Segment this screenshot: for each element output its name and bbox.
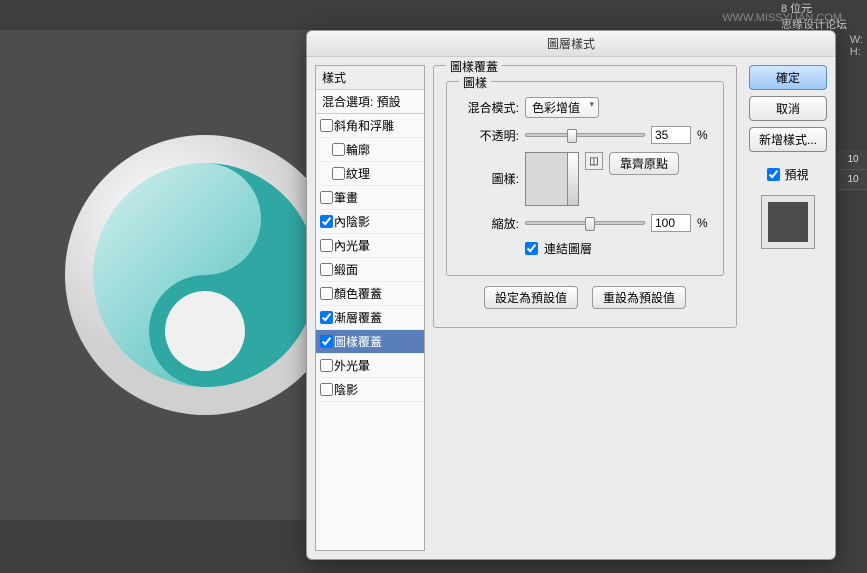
style-item-9[interactable]: 圖樣覆蓋 [316, 330, 424, 354]
scale-unit: % [697, 216, 708, 230]
wh-labels: W: H: [846, 30, 867, 62]
dialog-buttons: 確定 取消 新增樣式... 預視 [745, 57, 835, 559]
opacity-unit: % [697, 128, 708, 142]
style-checkbox[interactable] [320, 263, 333, 276]
style-checkbox[interactable] [320, 119, 333, 132]
preview-swatch [761, 195, 815, 249]
style-label: 內陰影 [334, 213, 370, 230]
pattern-swatch[interactable] [525, 152, 579, 206]
style-label: 漸層覆蓋 [334, 309, 382, 326]
layer-style-dialog: 圖層樣式 樣式 混合選項: 預設 斜角和浮雕輪廓紋理筆畫內陰影內光暈緞面顏色覆蓋… [306, 30, 836, 560]
style-label: 筆畫 [334, 189, 358, 206]
style-label: 圖樣覆蓋 [334, 333, 382, 350]
style-checkbox[interactable] [320, 359, 333, 372]
blend-mode-select[interactable]: 色彩增值 [525, 97, 599, 118]
dialog-title: 圖層樣式 [307, 31, 835, 57]
subgroup-title: 圖樣 [459, 74, 491, 91]
set-default-button[interactable]: 設定為預設值 [484, 286, 578, 309]
style-item-10[interactable]: 外光暈 [316, 354, 424, 378]
styles-list-panel: 樣式 混合選項: 預設 斜角和浮雕輪廓紋理筆畫內陰影內光暈緞面顏色覆蓋漸層覆蓋圖… [315, 65, 425, 551]
style-item-2[interactable]: 紋理 [316, 162, 424, 186]
style-checkbox[interactable] [320, 239, 333, 252]
cancel-button[interactable]: 取消 [749, 96, 827, 121]
blending-options[interactable]: 混合選項: 預設 [316, 90, 424, 114]
style-item-1[interactable]: 輪廓 [316, 138, 424, 162]
blend-mode-label: 混合模式: [459, 99, 519, 116]
opacity-input[interactable] [651, 126, 691, 144]
style-checkbox[interactable] [320, 383, 333, 396]
style-checkbox[interactable] [320, 311, 333, 324]
preview-checkbox[interactable] [767, 168, 780, 181]
styles-header[interactable]: 樣式 [316, 66, 424, 90]
ok-button[interactable]: 確定 [749, 65, 827, 90]
opacity-slider[interactable] [525, 133, 645, 137]
scale-input[interactable] [651, 214, 691, 232]
link-layer-label: 連結圖層 [544, 240, 592, 257]
group-title: 圖樣覆蓋 [446, 58, 502, 75]
style-item-0[interactable]: 斜角和浮雕 [316, 114, 424, 138]
style-item-7[interactable]: 顏色覆蓋 [316, 282, 424, 306]
pattern-label: 圖樣: [459, 152, 519, 187]
style-checkbox[interactable] [320, 335, 333, 348]
snap-origin-button[interactable]: 靠齊原點 [609, 152, 679, 175]
style-checkbox[interactable] [320, 215, 333, 228]
preview-label: 預視 [784, 166, 808, 183]
style-label: 輪廓 [346, 141, 370, 158]
style-label: 斜角和浮雕 [334, 117, 394, 134]
style-checkbox[interactable] [332, 167, 345, 180]
pattern-subgroup: 圖樣 混合模式: 色彩增值 不透明: % [446, 81, 724, 276]
scale-slider[interactable] [525, 221, 645, 225]
style-item-3[interactable]: 筆畫 [316, 186, 424, 210]
style-label: 陰影 [334, 381, 358, 398]
link-layer-checkbox[interactable] [525, 242, 538, 255]
watermark: WWW.MISSYUAN.COM [722, 12, 842, 24]
new-preset-icon[interactable]: ◫ [585, 152, 603, 170]
pattern-overlay-group: 圖樣覆蓋 圖樣 混合模式: 色彩增值 不透明: [433, 65, 737, 328]
style-item-5[interactable]: 內光暈 [316, 234, 424, 258]
style-label: 外光暈 [334, 357, 370, 374]
style-item-11[interactable]: 陰影 [316, 378, 424, 402]
style-label: 紋理 [346, 165, 370, 182]
reset-default-button[interactable]: 重設為預設值 [592, 286, 686, 309]
right-scale: 10 10 [839, 150, 867, 190]
style-item-6[interactable]: 緞面 [316, 258, 424, 282]
scale-label: 縮放: [459, 215, 519, 232]
style-label: 緞面 [334, 261, 358, 278]
style-item-8[interactable]: 漸層覆蓋 [316, 306, 424, 330]
opacity-label: 不透明: [459, 127, 519, 144]
style-label: 顏色覆蓋 [334, 285, 382, 302]
style-label: 內光暈 [334, 237, 370, 254]
style-item-4[interactable]: 內陰影 [316, 210, 424, 234]
settings-panel: 圖樣覆蓋 圖樣 混合模式: 色彩增值 不透明: [425, 57, 745, 559]
new-style-button[interactable]: 新增樣式... [749, 127, 827, 152]
style-checkbox[interactable] [320, 287, 333, 300]
style-checkbox[interactable] [332, 143, 345, 156]
style-checkbox[interactable] [320, 191, 333, 204]
